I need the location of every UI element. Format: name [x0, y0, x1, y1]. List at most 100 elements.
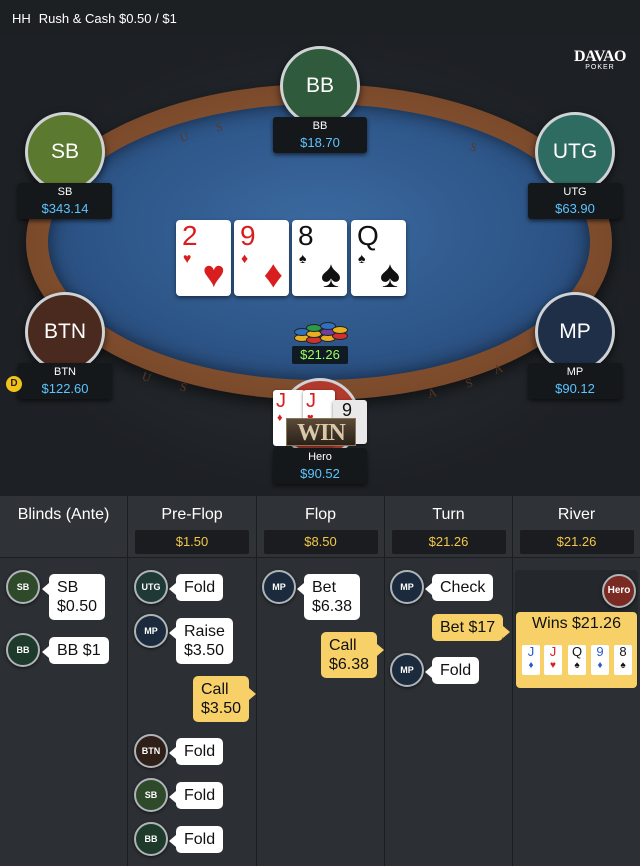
action-amount: $6.38 [329, 656, 370, 673]
board-card: 8 ♠ ♠ [292, 220, 347, 296]
player-stack: $90.52 [300, 466, 340, 481]
pot-amount: $21.26 [292, 346, 348, 364]
street-column-blinds: Blinds (Ante) [0, 496, 128, 866]
street-pot: $21.26 [519, 530, 634, 554]
street-title: Blinds (Ante) [17, 506, 110, 523]
action-text: Bet [312, 579, 337, 596]
player-name: BB [312, 120, 328, 132]
card-suit: ♠ [574, 660, 580, 671]
action-text: Fold [440, 662, 472, 679]
action-bubble: Fold [168, 826, 224, 853]
action-bubble: Fold [424, 657, 480, 684]
seat-sb[interactable]: SB [25, 112, 105, 192]
street-header: Flop $8.50 [257, 496, 384, 558]
poker-hand-history-screen: { "header": { "hh": "HH", "title": "Rush… [0, 0, 640, 866]
board-card: 9 ♦ ♦ [234, 220, 289, 296]
player-avatar-sb: SB [6, 570, 40, 604]
card-suit-large: ♥ [202, 254, 225, 296]
card-suit: ♠ [299, 250, 307, 266]
card-suit: ♦ [277, 412, 283, 424]
seat-label: BB [305, 74, 334, 97]
action-bubble: SB $0.50 [41, 574, 106, 620]
action-bubble: Raise $3.50 [169, 618, 233, 664]
street-column-flop: Flop $8.50 [257, 496, 385, 866]
player-avatar-mp: MP [262, 570, 296, 604]
card-suit-large: ♠ [320, 254, 341, 296]
street-pot: $8.50 [263, 530, 378, 554]
davao-poker-logo: DAVAO POKER [574, 48, 627, 71]
street-title: Pre-Flop [161, 506, 223, 523]
player-stack: $63.90 [555, 201, 595, 216]
card-rank: 2 [182, 220, 198, 251]
table-title: Rush & Cash $0.50 / $1 [38, 10, 177, 26]
action-bubble: Fold [168, 738, 224, 765]
player-name: MP [566, 366, 584, 378]
card-suit: ♥ [183, 250, 192, 266]
seat-mp[interactable]: MP [535, 292, 615, 372]
wins-text: Wins $21.26 [532, 615, 621, 632]
street-pot: $21.26 [391, 530, 506, 554]
player-name: UTG [563, 186, 587, 198]
card-suit-large: ♠ [379, 254, 400, 296]
card-suit: ♦ [241, 250, 249, 266]
player-name: SB [57, 186, 73, 198]
win-badge: WIN [286, 418, 356, 446]
street-header: Pre-Flop $1.50 [128, 496, 256, 558]
pot-chips-icon [292, 316, 350, 346]
street-header: Blinds (Ante) [0, 496, 127, 558]
seat-label: BTN [44, 320, 86, 343]
table-header: HH Rush & Cash $0.50 / $1 [0, 0, 640, 36]
action-text: SB [57, 579, 79, 596]
hero-action-bubble: Call $6.38 [321, 632, 385, 678]
seat-btn[interactable]: BTN [25, 292, 105, 372]
dealer-button-icon: D [6, 376, 22, 392]
street-header: River $21.26 [513, 496, 640, 558]
seat-utg[interactable]: UTG [535, 112, 615, 192]
card-suit: ♠ [358, 250, 366, 266]
card-rank: J [549, 644, 557, 659]
player-avatar-mp: MP [390, 653, 424, 687]
action-bubble: Fold [168, 782, 224, 809]
hero-action-bubble: Bet $17 [432, 614, 511, 641]
seat-btn-plate: BTN $122.60 [18, 363, 112, 399]
action-text: Call [329, 637, 357, 654]
card-rank: 8 [619, 644, 627, 659]
seat-mp-plate: MP $90.12 [528, 363, 622, 399]
player-avatar-mp: MP [390, 570, 424, 604]
player-stack: $18.70 [300, 135, 340, 150]
hh-label: HH [12, 10, 31, 26]
action-bubble: BB $1 [42, 637, 109, 664]
street-header: Turn $21.26 [385, 496, 512, 558]
seat-label: SB [50, 140, 79, 163]
action-amount: $3.50 [201, 700, 242, 717]
player-avatar-bb: BB [134, 822, 168, 856]
action-text: BB $1 [57, 642, 101, 659]
action-text: Fold [184, 787, 216, 804]
card-rank: J [306, 390, 316, 412]
street-pot: $1.50 [135, 530, 249, 554]
winning-card: 8 ♠ [614, 645, 632, 675]
street-title: River [557, 506, 596, 523]
seat-utg-plate: UTG $63.90 [528, 183, 622, 219]
action-text: Bet $17 [440, 619, 496, 636]
action-amount: $3.50 [184, 642, 225, 659]
street-body [385, 558, 512, 866]
card-rank: J [527, 644, 535, 659]
action-text: Check [440, 579, 486, 596]
card-suit: ♦ [528, 660, 534, 671]
card-rank: 9 [240, 220, 256, 251]
player-name: BTN [54, 366, 76, 378]
winner-box: Wins $21.26 J ♦ J ♥ Q ♠ 9 ♦ 8 ♠ [516, 612, 637, 688]
action-amount: $6.38 [312, 598, 353, 615]
card-rank: Q [357, 220, 379, 251]
street-title: Turn [432, 506, 465, 523]
card-suit: ♠ [620, 660, 626, 671]
action-text: Fold [184, 743, 216, 760]
seat-bb[interactable]: BB [280, 46, 360, 126]
action-bubble: Check [424, 574, 494, 601]
card-rank: Q [571, 644, 583, 659]
player-avatar-bb: BB [6, 633, 40, 667]
player-name: Hero [308, 451, 332, 463]
winning-card: Q ♠ [568, 645, 586, 675]
winning-card: J ♥ [544, 645, 562, 675]
